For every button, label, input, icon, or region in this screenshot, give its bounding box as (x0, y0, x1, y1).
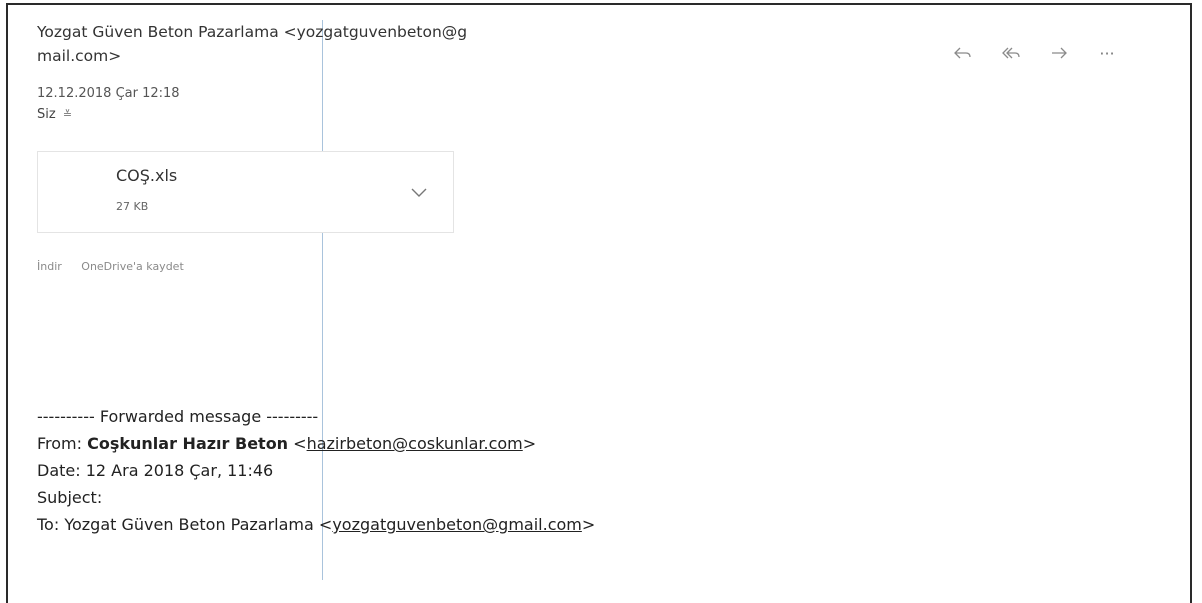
message-date: 12.12.2018 Çar 12:18 (37, 86, 180, 101)
forwarded-from: From: Coşkunlar Hazır Beton <hazirbeton@… (37, 434, 537, 453)
forwarded-message: ---------- Forwarded message --------- F… (37, 404, 595, 539)
save-onedrive-link[interactable]: OneDrive'a kaydet (81, 260, 183, 273)
chevron-down-icon[interactable] (408, 182, 430, 204)
forwarded-header: ---------- Forwarded message --------- (37, 407, 319, 426)
sender-address[interactable]: Yozgat Güven Beton Pazarlama <yozgatguve… (37, 20, 617, 68)
from-name: Coşkunlar Hazır Beton (87, 434, 289, 453)
forwarded-subject: Subject: (37, 488, 103, 507)
sender-line-1: Yozgat Güven Beton Pazarlama <yozgatguve… (37, 23, 468, 41)
to-label: To: Yozgat Güven Beton Pazarlama (37, 515, 314, 534)
attachment-file-name: COŞ.xls (116, 166, 178, 185)
download-link[interactable]: İndir (37, 260, 62, 273)
forwarded-to: To: Yozgat Güven Beton Pazarlama <yozgat… (37, 515, 596, 534)
recipient-line[interactable]: Siz ≚ (37, 107, 72, 122)
reply-all-icon[interactable] (998, 40, 1024, 66)
reply-icon[interactable] (950, 40, 976, 66)
expand-recipients-icon[interactable]: ≚ (63, 108, 72, 121)
from-email-link[interactable]: hazirbeton@coskunlar.com (307, 434, 523, 453)
sender-line-2: mail.com> (37, 47, 122, 65)
from-label: From: (37, 434, 83, 453)
attachment-file-size: 27 KB (116, 200, 149, 213)
to-email-link[interactable]: yozgatguvenbeton@gmail.com (332, 515, 582, 534)
message-actions: ··· (950, 40, 1120, 66)
forwarded-date: Date: 12 Ara 2018 Çar, 11:46 (37, 461, 274, 480)
attachment-links: İndir OneDrive'a kaydet (37, 260, 184, 273)
recipient-label: Siz (37, 107, 56, 122)
forward-icon[interactable] (1046, 40, 1072, 66)
more-icon[interactable]: ··· (1094, 40, 1120, 66)
attachment-card[interactable]: COŞ.xls 27 KB (37, 151, 454, 233)
